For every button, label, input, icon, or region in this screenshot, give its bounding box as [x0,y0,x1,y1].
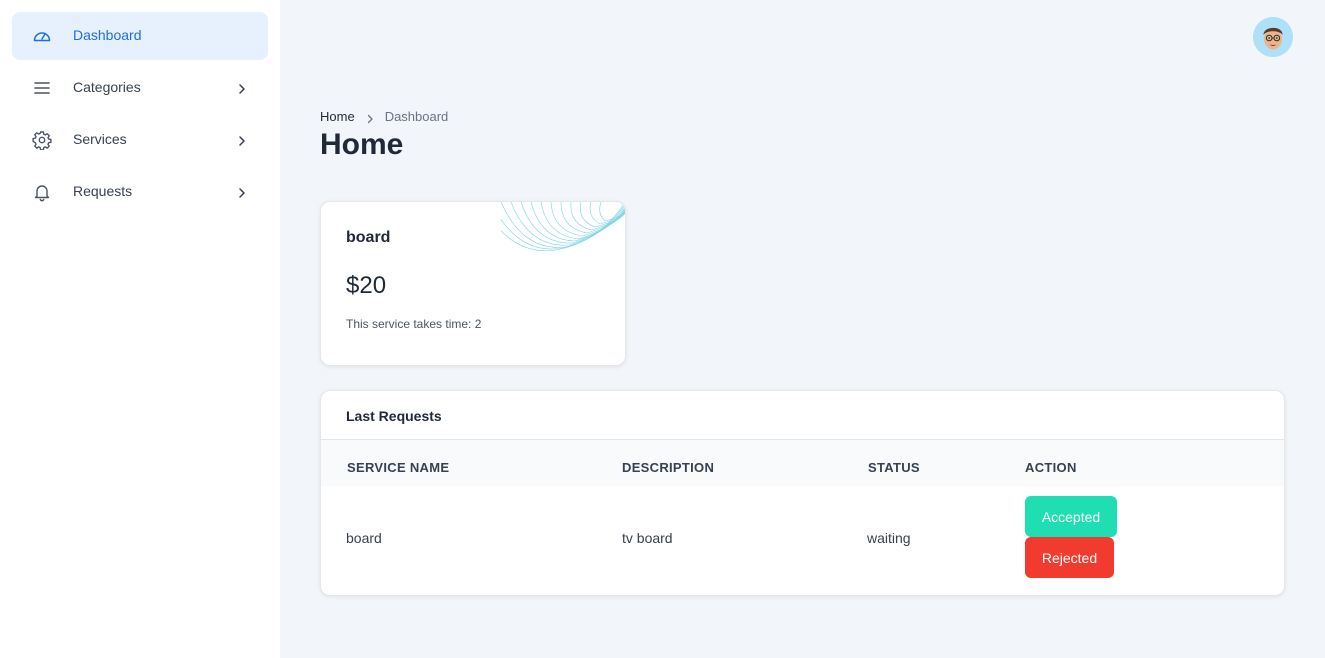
table-title: Last Requests [346,408,442,424]
decorative-arcs [501,202,625,252]
accept-button[interactable]: Accepted [1025,496,1117,537]
chevron-right-icon [365,112,375,123]
cell-service-name: board [346,530,382,546]
sidebar-item-label: Services [73,131,127,147]
sidebar-item-label: Categories [73,79,141,95]
table-row: board tv board waiting Accepted Rejected [321,486,1284,595]
sidebar-item-categories[interactable]: Categories [12,64,268,112]
cell-status: waiting [867,530,911,546]
chevron-right-icon [236,186,248,198]
reject-button[interactable]: Rejected [1025,537,1114,578]
column-header-status: STATUS [868,460,920,475]
page-title: Home [320,128,404,161]
sidebar-item-services[interactable]: Services [12,116,268,164]
sidebar-item-label: Requests [73,183,133,199]
service-price: $20 [346,272,387,299]
menu-lines-icon [32,78,52,98]
last-requests-card: Last Requests SERVICE NAME DESCRIPTION S… [320,390,1285,596]
sidebar-item-requests[interactable]: Requests [12,168,268,216]
speedometer-icon [32,26,52,46]
column-header-service-name: SERVICE NAME [347,460,450,475]
cell-description: tv board [622,530,673,546]
breadcrumb: Home Dashboard [320,109,448,124]
service-name: board [346,229,391,246]
app-root: Dashboard Categories Services Requests H… [0,0,1325,658]
sidebar: Dashboard Categories Services Requests [0,0,280,658]
user-avatar-icon[interactable] [1253,17,1293,57]
chevron-right-icon [236,82,248,94]
table-header-row: SERVICE NAME DESCRIPTION STATUS ACTION [321,440,1284,486]
service-time-caption: This service takes time: 2 [346,317,482,331]
column-header-description: DESCRIPTION [622,460,715,475]
gear-icon [32,130,52,150]
bell-icon [32,182,52,202]
breadcrumb-current: Dashboard [384,109,449,124]
sidebar-item-dashboard[interactable]: Dashboard [12,12,268,60]
sidebar-item-label: Dashboard [73,27,142,43]
chevron-right-icon [236,134,248,146]
column-header-action: ACTION [1025,460,1077,475]
breadcrumb-home-link[interactable]: Home [320,109,355,124]
service-stat-card: board $20 This service takes time: 2 [320,201,626,366]
